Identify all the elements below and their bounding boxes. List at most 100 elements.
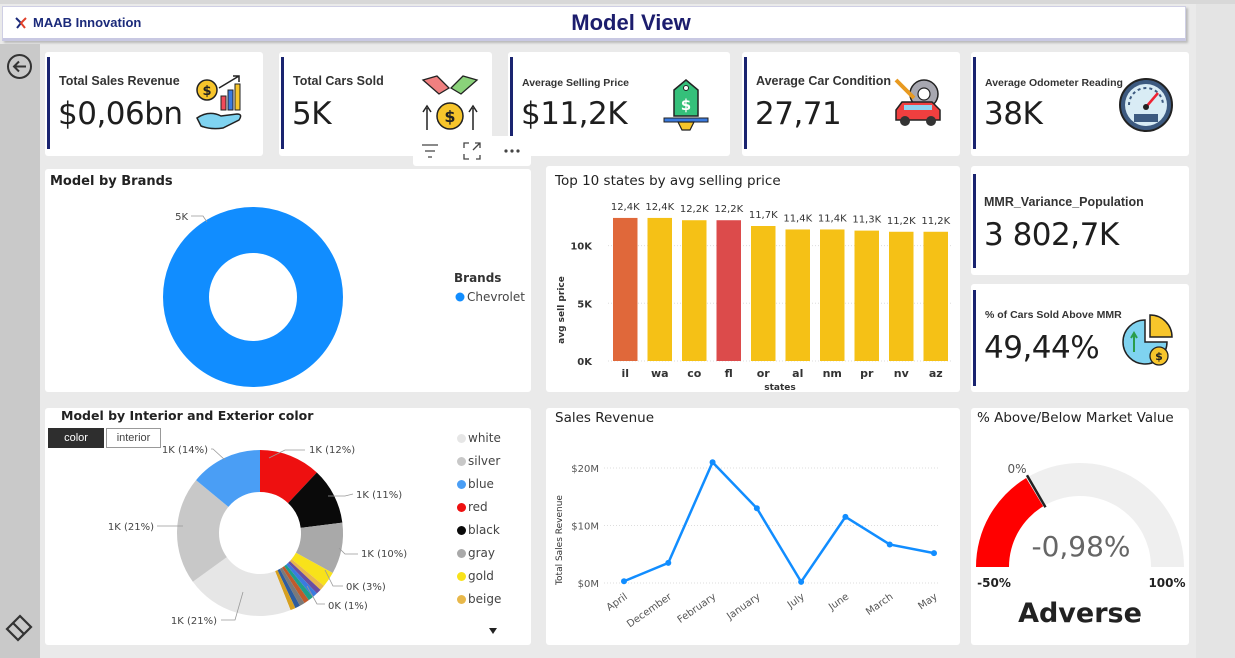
x-tick-label: May <box>916 591 939 612</box>
focus-mode-icon[interactable] <box>463 142 481 160</box>
kpi-total-sales-revenue[interactable]: Total Sales Revenue $0,06bn $ <box>45 52 263 156</box>
data-point[interactable] <box>842 513 849 520</box>
kpi-average-car-condition[interactable]: Average Car Condition 27,71 <box>742 52 960 156</box>
slice-data-label: 1K (14%) <box>162 445 208 456</box>
legend-item-gray[interactable]: gray <box>457 546 495 560</box>
right-margin <box>1196 4 1235 658</box>
x-tick-label: fl <box>725 367 733 380</box>
x-tick-label: nv <box>894 367 910 380</box>
bar-co[interactable] <box>682 220 707 361</box>
card-accent <box>973 290 976 386</box>
y-axis-title: avg sell price <box>557 276 567 344</box>
legend-marker <box>457 456 466 466</box>
svg-text:$: $ <box>681 96 691 114</box>
kpi-average-odometer-reading[interactable]: Average Odometer Reading 38K <box>971 52 1189 156</box>
kpi-average-selling-price[interactable]: Average Selling Price $11,2K $ <box>508 52 730 156</box>
donut-slice-gold[interactable] <box>291 552 333 586</box>
bar-fl[interactable] <box>716 220 742 361</box>
donut-slice-other[interactable] <box>287 560 321 594</box>
legend-item-white[interactable]: white <box>457 431 501 445</box>
x-tick-label: il <box>621 367 629 380</box>
kpi-cars-sold-above-mmr[interactable]: % of Cars Sold Above MMR 49,44% $ <box>971 284 1189 392</box>
bar-or[interactable] <box>751 226 776 361</box>
y-axis-title: Total Sales Revenue <box>555 495 565 586</box>
bar-al[interactable] <box>785 229 811 361</box>
bar-nm[interactable] <box>820 229 845 361</box>
legend-title: Brands <box>454 271 501 285</box>
x-tick-label: January <box>724 591 762 622</box>
legend-label[interactable]: Chevrolet <box>467 290 525 304</box>
donut-slice-other[interactable] <box>286 562 317 597</box>
legend-item-red[interactable]: red <box>457 500 488 514</box>
donut-slice-other[interactable] <box>279 567 305 606</box>
donut-slice-chevrolet[interactable] <box>163 207 343 387</box>
legend-label: gray <box>468 546 496 560</box>
legend-marker <box>457 571 466 581</box>
data-point[interactable] <box>709 459 716 466</box>
kpi-label: % of Cars Sold Above MMR <box>985 309 1122 321</box>
legend-item-black[interactable]: black <box>457 523 500 537</box>
sales-revenue-card[interactable]: Sales Revenue Total Sales Revenue $0M $10… <box>546 408 960 645</box>
data-label-leader <box>338 547 358 555</box>
bar-data-label: 12,2K <box>714 204 743 215</box>
x-tick-label: April <box>605 591 630 613</box>
back-arrow-icon[interactable] <box>6 53 33 80</box>
slice-data-label: 0K (3%) <box>346 582 386 593</box>
kpi-value: 27,71 <box>755 96 842 132</box>
legend-scroll-down-icon[interactable] <box>488 627 498 635</box>
donut-slice-other[interactable] <box>277 568 300 609</box>
bar-wa[interactable] <box>647 217 673 361</box>
card-accent <box>47 57 50 149</box>
slice-data-label: 1K (12%) <box>309 445 355 456</box>
bar-il[interactable] <box>613 217 638 361</box>
donut-slice-silver[interactable] <box>177 480 230 582</box>
money-hand-icon: $ <box>196 75 242 130</box>
data-point[interactable] <box>665 559 672 566</box>
card-accent <box>973 57 976 149</box>
model-by-brands-card[interactable]: Model by Brands 5K Brands Chevrolet <box>45 169 531 392</box>
donut-slice-other[interactable] <box>283 564 313 601</box>
legend-marker <box>457 433 466 443</box>
bar-pr[interactable] <box>854 230 880 361</box>
top-states-card[interactable]: Top 10 states by avg selling price avg s… <box>546 166 960 392</box>
donut-slice-blue[interactable] <box>196 450 261 508</box>
data-point[interactable] <box>886 541 893 548</box>
data-point[interactable] <box>753 505 760 512</box>
donut-slice-white[interactable] <box>192 556 291 616</box>
legend-item-gold[interactable]: gold <box>457 569 494 583</box>
slice-data-label: 1K (10%) <box>361 549 407 560</box>
data-point[interactable] <box>798 578 805 585</box>
kpi-mmr-variance[interactable]: MMR_Variance_Population 3 802,7K <box>971 166 1189 275</box>
slice-data-label: 1K (21%) <box>171 616 217 627</box>
clear-filters-icon[interactable] <box>3 609 37 643</box>
legend-item-beige[interactable]: beige <box>457 592 501 606</box>
slice-data-label: 1K (21%) <box>108 522 154 533</box>
data-point[interactable] <box>621 578 627 585</box>
bar-nv[interactable] <box>889 231 914 361</box>
filter-icon[interactable] <box>421 143 439 159</box>
svg-text:$: $ <box>444 107 455 126</box>
legend-item-blue[interactable]: blue <box>457 477 494 491</box>
svg-text:$: $ <box>1155 350 1163 363</box>
legend-marker <box>457 525 466 535</box>
market-value-gauge-card[interactable]: % Above/Below Market Value 0% -0,98% -50… <box>971 408 1189 645</box>
car-repair-icon <box>894 78 941 126</box>
x-tick-label: or <box>757 367 771 380</box>
market-value-gauge: 0% -0,98% -50% 100% Adverse <box>976 462 1186 629</box>
donut-slice-beige[interactable] <box>289 559 324 590</box>
legend-item-silver[interactable]: silver <box>457 454 500 468</box>
donut-slice-other[interactable] <box>281 566 309 604</box>
x-tick-label: nm <box>823 367 842 380</box>
bar-az[interactable] <box>923 231 949 361</box>
more-options-icon[interactable] <box>503 148 521 154</box>
x-tick-label: az <box>929 367 943 380</box>
svg-text:$: $ <box>202 84 211 99</box>
donut-slice-red[interactable] <box>259 450 317 504</box>
data-point[interactable] <box>931 550 937 557</box>
kpi-label: MMR_Variance_Population <box>984 195 1144 209</box>
legend-marker <box>457 548 466 558</box>
donut-slice-other[interactable] <box>274 570 296 611</box>
donut-slice-gray[interactable] <box>295 522 343 573</box>
price-tag-icon: $ <box>663 79 709 131</box>
donut-slice-black[interactable] <box>287 472 343 529</box>
